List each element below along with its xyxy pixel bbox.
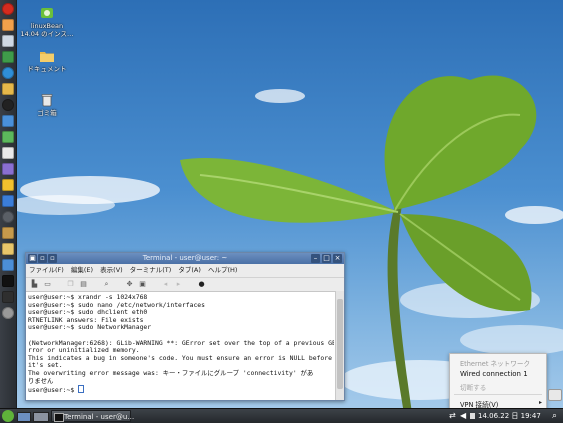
media-player-icon[interactable] [2, 99, 14, 111]
wired-connection-item[interactable]: Wired connection 1 [460, 370, 528, 378]
terminal-icon [54, 413, 64, 422]
terminal-window[interactable]: ▣ ▫ ▫ Terminal - user@user: ~ – □ × ファイル… [25, 252, 345, 401]
menu-view[interactable]: 表示(V) [100, 266, 123, 274]
calendar-icon[interactable] [2, 195, 14, 207]
network-icon[interactable] [2, 259, 14, 271]
terminal-title: Terminal - user@user: ~ [142, 254, 228, 262]
network-section-header: Ethernet ネットワーク [460, 360, 531, 368]
workspace-switcher-icon[interactable] [33, 412, 49, 422]
terminal-titlebar[interactable]: ▣ ▫ ▫ Terminal - user@user: ~ – □ × [26, 253, 344, 264]
system-monitor-icon[interactable] [2, 291, 14, 303]
documents-folder-icon [40, 52, 54, 62]
network-tray-icon[interactable]: ⇄ [449, 411, 456, 421]
taskbar-terminal-button[interactable]: Terminal - user@u… [51, 410, 135, 422]
desktop-icon-trash[interactable]: ゴミ箱 [19, 92, 75, 117]
taskbar-terminal-label: Terminal - user@u… [64, 413, 135, 421]
terminal-line: user@user:~$ sudo NetworkManager [28, 323, 152, 332]
photo-icon[interactable] [2, 163, 14, 175]
disk-icon[interactable] [2, 307, 14, 319]
notes-icon[interactable] [2, 243, 14, 255]
close-icon[interactable]: × [333, 254, 342, 263]
terminal-scrollbar[interactable] [335, 291, 344, 400]
scrollbar-thumb[interactable] [337, 299, 343, 389]
network-popup-menu: Ethernet ネットワーク Wired connection 1 切断する … [449, 353, 547, 413]
search-icon[interactable]: ⌕ [102, 280, 111, 289]
disconnect-item[interactable]: 切断する [460, 382, 486, 392]
terminal-line: りません [28, 376, 54, 385]
globe-icon[interactable] [2, 67, 14, 79]
image-viewer-icon[interactable] [2, 51, 14, 63]
desktop-icon-documents[interactable]: ドキュメント [19, 48, 75, 73]
help-icon[interactable]: ● [197, 280, 206, 289]
linuxbean-icon [41, 8, 53, 18]
maximize-icon[interactable]: □ [322, 254, 331, 263]
search-icon[interactable]: ⌕ [552, 410, 557, 422]
desktop-icon-linuxbean[interactable]: linuxBean 14.04 のインス… [19, 5, 75, 38]
terminal-line: The overwriting error message was: キー・ファ… [28, 368, 314, 377]
menu-help[interactable]: ヘルプ(H) [208, 266, 237, 274]
clock[interactable]: 14.06.22 日 19:47 [478, 409, 541, 423]
new-window-icon[interactable]: ▭ [43, 280, 52, 289]
desktop-icon-label: 14.04 のインス… [20, 30, 74, 38]
terminal-prompt-line: user@user:~$ [28, 385, 334, 395]
desktop-icon-label: linuxBean [30, 22, 64, 30]
paste-icon[interactable]: ▤ [79, 280, 88, 289]
new-tab-icon[interactable]: ▙ [30, 280, 39, 289]
settings-gear-icon[interactable] [2, 211, 14, 223]
network-menu-divider [454, 394, 542, 395]
trash-icon [41, 94, 53, 107]
pen-icon[interactable] [2, 35, 14, 47]
previous-tab-icon[interactable]: ◂ [161, 280, 170, 289]
next-tab-icon[interactable]: ▸ [174, 280, 183, 289]
minimize-icon[interactable]: – [311, 254, 320, 263]
folder-icon[interactable] [2, 83, 14, 95]
terminal-output[interactable]: user@user:~$ xrandr -s 1024x768 user@user… [26, 291, 334, 400]
desktop-icon-label: ドキュメント [27, 65, 67, 73]
device-notification-icon[interactable] [548, 389, 562, 401]
window-menu-icon[interactable]: ▣ [28, 254, 37, 263]
terminal-cursor [78, 385, 85, 394]
terminal-menubar: ファイル(F) 編集(E) 表示(V) ターミナル(T) タブ(A) ヘルプ(H… [26, 264, 344, 278]
window-shade-icon[interactable]: ▫ [38, 254, 47, 263]
mail-icon[interactable] [2, 147, 14, 159]
menu-edit[interactable]: 編集(E) [71, 266, 93, 274]
terminal-line: This indicates a bug in someone's code. … [28, 353, 332, 362]
battery-tray-icon[interactable] [470, 413, 475, 419]
submenu-arrow-icon: ▸ [538, 399, 542, 406]
volume-tray-icon[interactable]: ◀ [460, 411, 466, 421]
bottom-taskbar: Terminal - user@u… ⇄ ◀ 14.06.22 日 19:47 … [0, 408, 563, 423]
menu-terminal[interactable]: ターミナル(T) [130, 266, 172, 274]
bird-icon[interactable] [2, 179, 14, 191]
chart-icon[interactable] [2, 131, 14, 143]
copy-icon[interactable]: ❐ [66, 280, 75, 289]
menu-file[interactable]: ファイル(F) [29, 266, 64, 274]
show-desktop-icon[interactable] [17, 412, 31, 422]
fullscreen-icon[interactable]: ▣ [138, 280, 147, 289]
office-icon[interactable] [2, 115, 14, 127]
terminal-icon[interactable] [2, 275, 14, 287]
archive-icon[interactable] [2, 227, 14, 239]
terminal-toolbar: ▙ ▭ ❐ ▤ ⌕ ✥ ▣ ◂ ▸ ● [26, 278, 344, 292]
zoom-icon[interactable]: ✥ [125, 280, 134, 289]
opera-icon[interactable] [2, 3, 14, 15]
desktop-icon-label: ゴミ箱 [37, 109, 57, 117]
start-menu-icon[interactable] [2, 410, 14, 422]
menu-tabs[interactable]: タブ(A) [178, 266, 201, 274]
left-launcher-dock [0, 0, 17, 408]
window-stick-icon[interactable]: ▫ [48, 254, 57, 263]
gimp-icon[interactable] [2, 19, 14, 31]
terminal-prompt: user@user:~$ [28, 386, 79, 395]
